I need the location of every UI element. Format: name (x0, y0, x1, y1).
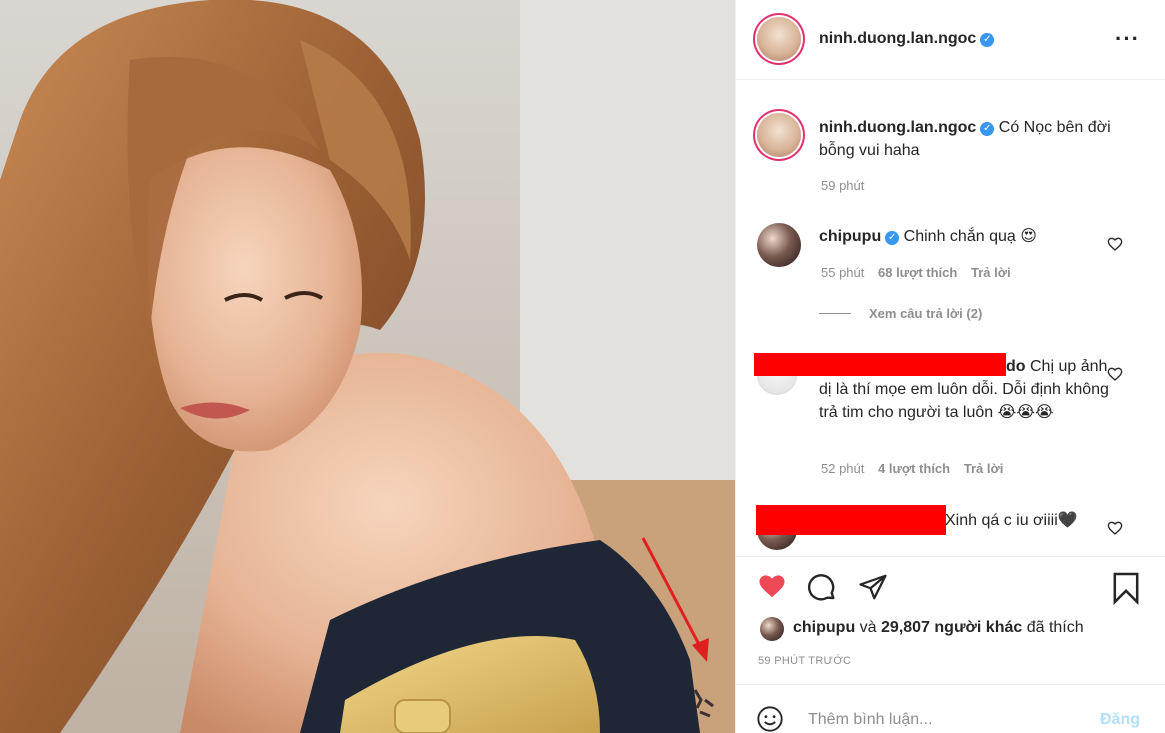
comment-1-likes[interactable]: 68 lượt thích (878, 265, 957, 280)
comment-icon[interactable] (806, 572, 838, 604)
comment-2-meta: 52 phút 4 lượt thích Trả lời (821, 461, 1003, 476)
add-comment-bar: Thêm bình luận... Đăng (736, 684, 1165, 733)
liked-by: chipupu và 29,807 người khác đã thích (793, 619, 1084, 637)
share-icon[interactable] (858, 572, 888, 602)
liked-by-and: và (855, 619, 882, 636)
comment-like-heart-icon[interactable] (1107, 520, 1123, 536)
author-avatar[interactable] (757, 17, 801, 61)
post-image-illustration (0, 0, 735, 733)
verified-badge-icon: ✓ (980, 33, 995, 47)
comment-3-text: Xinh qá c iu ơiiii🖤 (945, 512, 1078, 529)
caption: ninh.duong.lan.ngoc ✓ Có Nọc bên đời bỗng… (819, 116, 1139, 162)
comment-2-username-tail[interactable]: do (1006, 358, 1026, 375)
caption-author-avatar[interactable] (757, 113, 801, 157)
comment-1-text: Chinh chắn quạ 😍 (903, 228, 1037, 245)
author-username[interactable]: ninh.duong.lan.ngoc (819, 30, 976, 47)
comment-1-time[interactable]: 55 phút (821, 265, 864, 280)
comment-2-time[interactable]: 52 phút (821, 461, 864, 476)
liked-by-suffix: đã thích (1022, 619, 1084, 636)
post-timestamp[interactable]: 59 PHÚT TRƯỚC (758, 655, 851, 667)
view-replies-button[interactable]: Xem câu trả lời (2) (819, 306, 982, 321)
comment-1-username[interactable]: chipupu (819, 228, 881, 245)
post-actions: chipupu và 29,807 người khác đã thích 59… (736, 556, 1165, 684)
comment-2-likes[interactable]: 4 lượt thích (878, 461, 950, 476)
comment-2-text: Chị up ảnh dị là thí mọe em luôn dỗi. Dỗ… (819, 358, 1109, 421)
view-replies-label: Xem câu trả lời (2) (869, 306, 983, 321)
comment-like-heart-icon[interactable] (1107, 236, 1123, 252)
verified-badge-icon: ✓ (980, 122, 995, 136)
liked-by-others[interactable]: 29,807 người khác (881, 619, 1022, 636)
liked-by-user[interactable]: chipupu (793, 619, 855, 636)
author-username-row[interactable]: ninh.duong.lan.ngoc ✓ (819, 30, 995, 48)
comment-1-meta: 55 phút 68 lượt thích Trả lời (821, 265, 1011, 280)
post-comment-button[interactable]: Đăng (1100, 711, 1140, 729)
add-comment-input[interactable]: Thêm bình luận... (808, 711, 933, 729)
caption-time[interactable]: 59 phút (821, 178, 864, 193)
caption-username[interactable]: ninh.duong.lan.ngoc (819, 119, 976, 136)
post-photo[interactable] (0, 0, 735, 733)
emoji-smiley-icon[interactable] (756, 705, 784, 733)
comment-2-reply-button[interactable]: Trả lời (964, 461, 1004, 476)
comment-1-reply-button[interactable]: Trả lời (971, 265, 1011, 280)
post-header: ninh.duong.lan.ngoc ✓ ··· (736, 0, 1165, 80)
post-sidebar: ninh.duong.lan.ngoc ✓ ··· ninh.duong.lan.… (735, 0, 1165, 733)
liked-by-avatar[interactable] (760, 617, 784, 641)
comment-2: do Chị up ảnh dị là thí mọe em luôn dỗi.… (819, 355, 1109, 424)
comment-avatar[interactable] (757, 223, 801, 267)
verified-badge-icon: ✓ (885, 231, 900, 245)
save-bookmark-icon[interactable] (1112, 571, 1140, 605)
like-heart-icon[interactable] (756, 571, 788, 601)
view-replies-line (819, 313, 851, 314)
more-horizontal-icon[interactable]: ··· (1115, 26, 1140, 52)
comment-1: chipupu ✓ Chinh chắn quạ 😍 (819, 225, 1109, 248)
redaction-block (756, 505, 946, 535)
comment-like-heart-icon[interactable] (1107, 366, 1123, 382)
